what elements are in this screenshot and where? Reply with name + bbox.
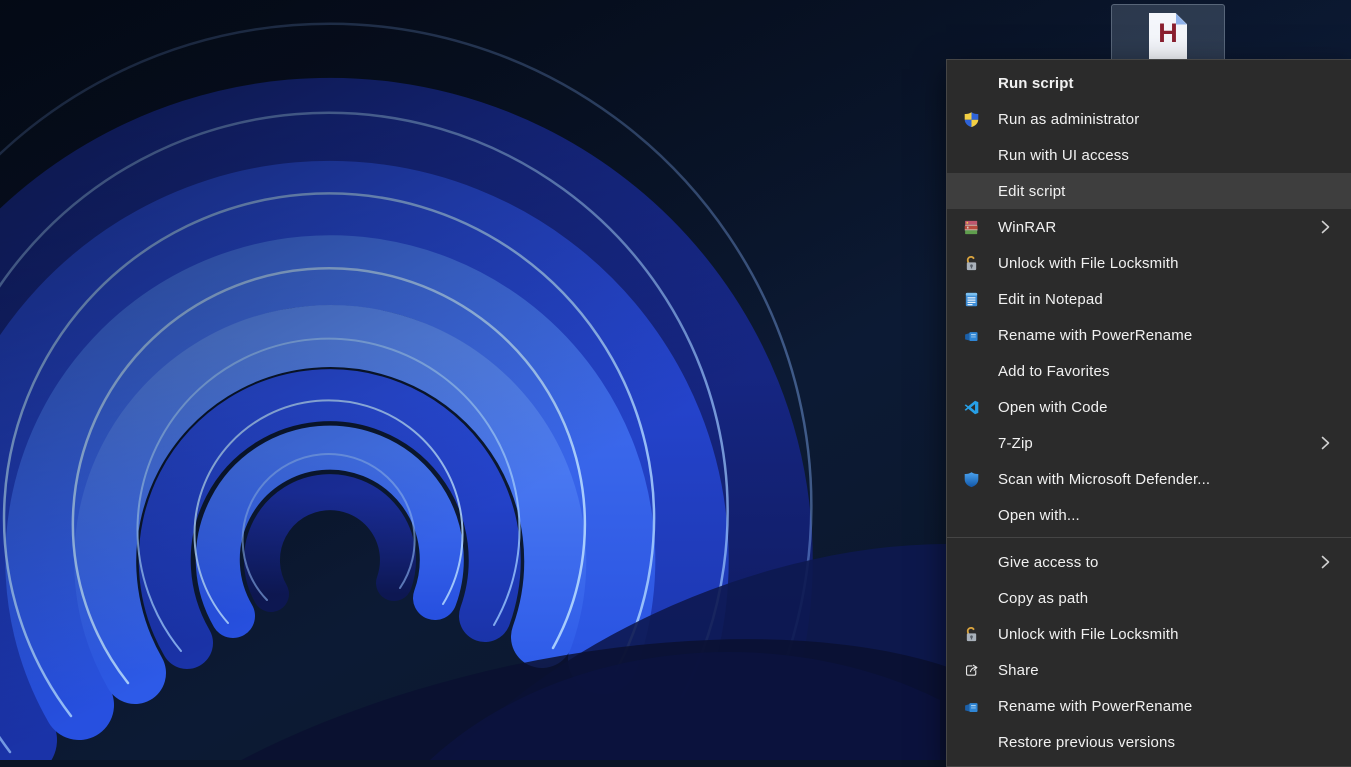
chevron-right-icon [1321,555,1330,569]
winrar-icon [963,219,980,236]
menu-item-rename-with-powerrename[interactable]: Rename with PowerRename [947,317,1351,353]
locksmith-lock-icon [963,255,980,272]
menu-item-share[interactable]: Share [947,652,1351,688]
menu-item-label: WinRAR [998,219,1056,236]
menu-item-label: Rename with PowerRename [998,327,1192,344]
menu-item-label: Copy as path [998,590,1088,607]
vscode-icon [963,399,980,416]
menu-item-add-to-favorites[interactable]: Add to Favorites [947,353,1351,389]
menu-item-7-zip[interactable]: 7-Zip [947,425,1351,461]
share-icon [963,662,980,679]
menu-item-run-as-administrator[interactable]: Run as administrator [947,101,1351,137]
chevron-right-icon [1321,220,1330,234]
menu-item-run-script[interactable]: Run script [947,65,1351,101]
chevron-right-icon [1321,436,1330,450]
menu-item-restore-previous-versions[interactable]: Restore previous versions [947,724,1351,760]
menu-item-label: Open with... [998,507,1080,524]
menu-item-copy-as-path[interactable]: Copy as path [947,580,1351,616]
powerrename-icon [963,327,980,344]
menu-item-label: Give access to [998,554,1098,571]
menu-item-run-with-ui-access[interactable]: Run with UI access [947,137,1351,173]
menu-item-icon [963,75,980,92]
notepad-icon [963,291,980,308]
menu-item-give-access-to[interactable]: Give access to [947,544,1351,580]
menu-item-label: Edit in Notepad [998,291,1103,308]
menu-item-label: Add to Favorites [998,363,1110,380]
file-icon-letter: H [1149,20,1187,47]
menu-item-label: Share [998,662,1039,679]
menu-item-icon [963,435,980,452]
locksmith-lock-icon [963,626,980,643]
menu-item-rename-with-powerrename[interactable]: Rename with PowerRename [947,688,1351,724]
context-menu: Run script Run as administrator Run with… [946,59,1351,767]
menu-separator [947,537,1351,538]
menu-item-label: Rename with PowerRename [998,698,1192,715]
script-file-icon: H [1149,13,1187,60]
menu-item-label: Open with Code [998,399,1108,416]
menu-item-icon [963,507,980,524]
menu-item-winrar[interactable]: WinRAR [947,209,1351,245]
defender-shield-icon [963,471,980,488]
menu-item-label: Scan with Microsoft Defender... [998,471,1210,488]
menu-item-label: 7-Zip [998,435,1033,452]
menu-item-label: Edit script [998,183,1066,200]
desktop-file-icon[interactable]: H [1111,4,1225,64]
menu-item-label: Run as administrator [998,111,1139,128]
context-menu-list: Run script Run as administrator Run with… [947,65,1351,760]
menu-item-label: Run with UI access [998,147,1129,164]
menu-item-icon [963,147,980,164]
menu-item-edit-in-notepad[interactable]: Edit in Notepad [947,281,1351,317]
menu-item-icon [963,734,980,751]
menu-item-label: Run script [998,75,1074,92]
menu-item-icon [963,554,980,571]
uac-shield-icon [963,111,980,128]
menu-item-open-with[interactable]: Open with... [947,497,1351,533]
menu-item-scan-with-microsoft-defender[interactable]: Scan with Microsoft Defender... [947,461,1351,497]
menu-item-edit-script[interactable]: Edit script [947,173,1351,209]
menu-item-icon [963,590,980,607]
menu-item-unlock-with-file-locksmith[interactable]: Unlock with File Locksmith [947,245,1351,281]
menu-item-label: Unlock with File Locksmith [998,626,1179,643]
powerrename-icon [963,698,980,715]
menu-item-unlock-with-file-locksmith[interactable]: Unlock with File Locksmith [947,616,1351,652]
menu-item-icon [963,363,980,380]
menu-item-label: Unlock with File Locksmith [998,255,1179,272]
menu-item-open-with-code[interactable]: Open with Code [947,389,1351,425]
menu-item-icon [963,183,980,200]
menu-item-label: Restore previous versions [998,734,1175,751]
